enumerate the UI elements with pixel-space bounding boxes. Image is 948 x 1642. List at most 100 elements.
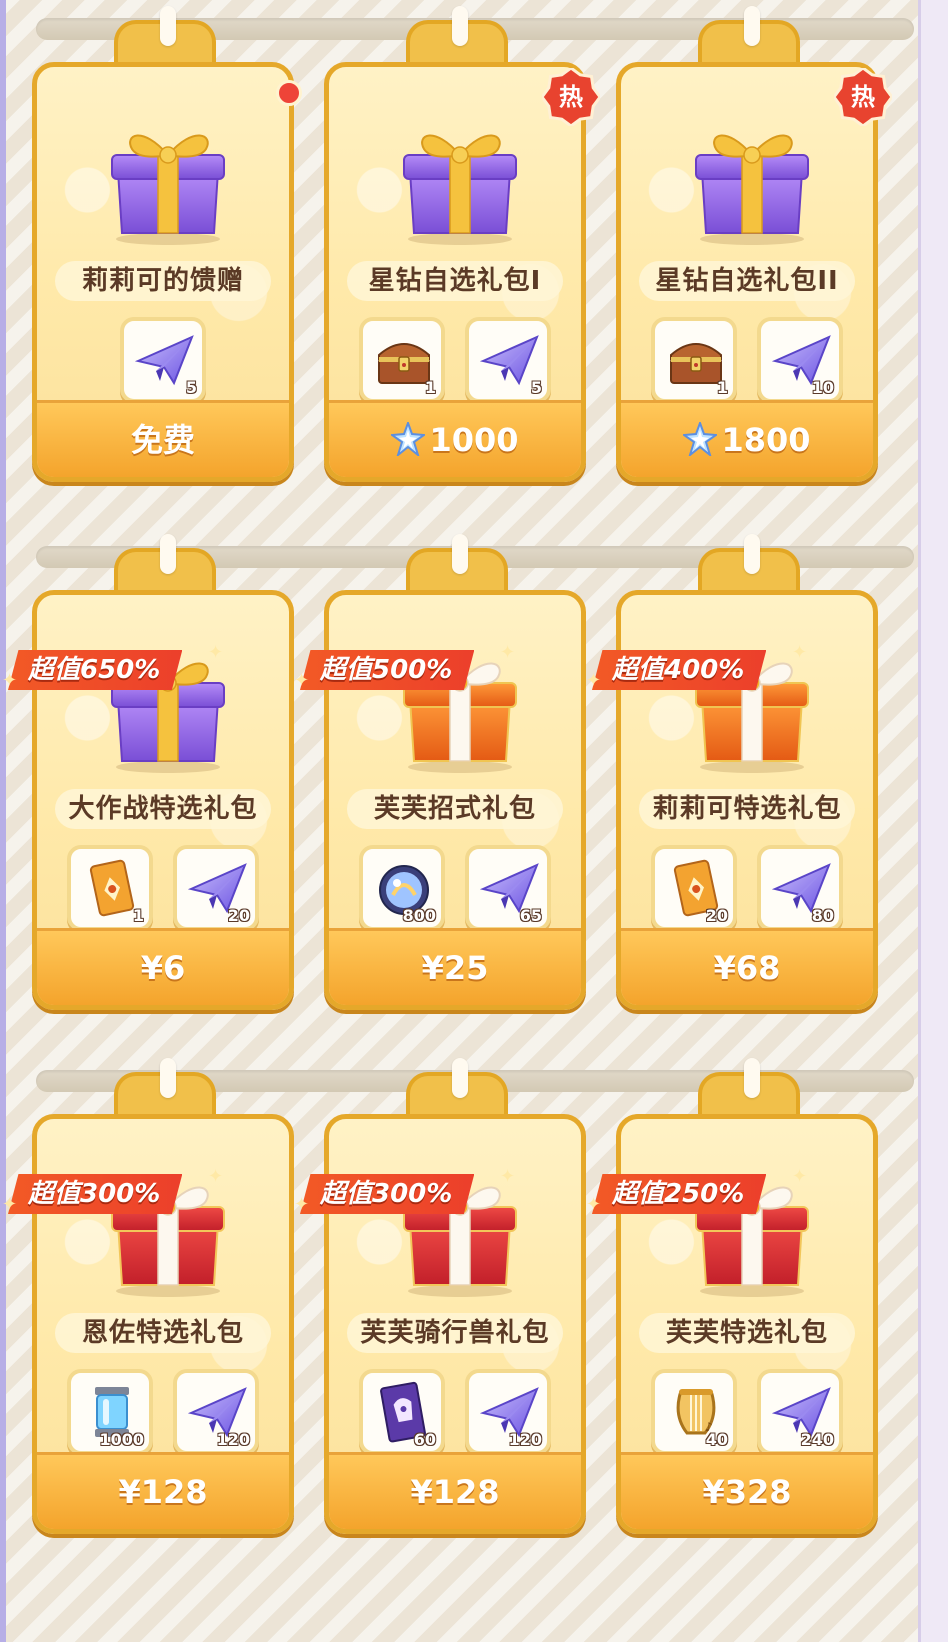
reward-item[interactable]: 20: [173, 845, 259, 931]
hanger-hole: [744, 534, 760, 574]
pack-name: 星钻自选礼包II: [639, 261, 855, 301]
gift-pack-card[interactable]: 恩佐特选礼包 1000 120 ¥128 超值300% ✦ ✦: [2, 1058, 294, 1534]
price-label: ¥68: [713, 949, 781, 987]
reward-item[interactable]: 800: [359, 845, 445, 931]
item-quantity: 5: [530, 378, 542, 397]
price-label: ¥6: [140, 949, 186, 987]
item-quantity: 800: [402, 906, 436, 925]
reward-item[interactable]: 1: [651, 317, 737, 403]
gift-pack-card[interactable]: 星钻自选礼包I 1 5 1000 热: [324, 6, 602, 482]
sparkle-icon: ✦: [586, 1194, 602, 1215]
hanger-hole: [160, 534, 176, 574]
hot-badge: 热: [540, 66, 602, 128]
hanger-hole: [744, 1058, 760, 1098]
reward-item[interactable]: 120: [173, 1369, 259, 1455]
gift-pack-card[interactable]: 芙芙招式礼包 800 65 ¥25 超值500% ✦ ✦: [294, 534, 586, 1010]
hot-badge-label: 热: [851, 83, 875, 111]
buy-button[interactable]: 1000: [329, 400, 581, 477]
notification-dot: [276, 80, 302, 106]
item-quantity: 10: [811, 378, 834, 397]
reward-items: 20 80: [621, 845, 873, 939]
sparkle-icon: ✦: [2, 1194, 18, 1215]
star-diamond-icon: [683, 421, 721, 459]
reward-item[interactable]: 1: [67, 845, 153, 931]
item-quantity: 120: [508, 1430, 542, 1449]
sparkle-icon: ✦: [294, 670, 310, 691]
buy-button[interactable]: ¥328: [621, 1452, 873, 1529]
reward-item[interactable]: 5: [465, 317, 551, 403]
buy-button[interactable]: 1800: [621, 400, 873, 477]
gift-box-icon: [394, 105, 526, 245]
value-tag: 超值650%: [8, 650, 183, 690]
item-quantity: 80: [811, 906, 834, 925]
hot-badge-label: 热: [559, 83, 583, 111]
gift-box-icon: [102, 105, 234, 245]
buy-button[interactable]: ¥128: [37, 1452, 289, 1529]
left-frame-border: [0, 0, 6, 1642]
reward-item[interactable]: 1000: [67, 1369, 153, 1455]
buy-button[interactable]: ¥25: [329, 928, 581, 1005]
hot-badge: 热: [832, 66, 894, 128]
reward-item[interactable]: 10: [757, 317, 843, 403]
reward-items: 5: [37, 317, 289, 411]
star-diamond-icon: [391, 421, 429, 459]
sparkle-icon: ✦: [500, 1166, 516, 1187]
sparkle-icon: ✦: [208, 642, 224, 663]
item-quantity: 20: [227, 906, 250, 925]
hanger-hole: [452, 534, 468, 574]
value-tag: 超值500%: [300, 650, 475, 690]
hanger-hole: [160, 6, 176, 46]
item-quantity: 120: [216, 1430, 250, 1449]
gift-pack-card[interactable]: 星钻自选礼包II 1 10 1800 热: [616, 6, 894, 482]
item-quantity: 1: [132, 906, 144, 925]
buy-button[interactable]: ¥68: [621, 928, 873, 1005]
price-label: 1800: [721, 421, 811, 459]
reward-item[interactable]: 120: [465, 1369, 551, 1455]
reward-items: 1 5: [329, 317, 581, 411]
reward-item[interactable]: 20: [651, 845, 737, 931]
gift-pack-card[interactable]: 莉莉可特选礼包 20 80 ¥68 超值400% ✦ ✦: [586, 534, 878, 1010]
sparkle-icon: ✦: [208, 1166, 224, 1187]
buy-button[interactable]: ¥128: [329, 1452, 581, 1529]
reward-item[interactable]: 5: [120, 317, 206, 403]
pack-name: 芙芙骑行兽礼包: [347, 1313, 563, 1353]
pack-name: 芙芙招式礼包: [347, 789, 563, 829]
item-quantity: 1000: [99, 1430, 144, 1449]
value-tag: 超值250%: [592, 1174, 767, 1214]
reward-items: 1 10: [621, 317, 873, 411]
gift-pack-card[interactable]: 大作战特选礼包 1 20 ¥6 超值650% ✦ ✦: [2, 534, 294, 1010]
item-quantity: 240: [800, 1430, 834, 1449]
card-body[interactable]: 莉莉可的馈赠 5 免费: [32, 62, 294, 482]
reward-items: 60 120: [329, 1369, 581, 1463]
pack-name: 大作战特选礼包: [55, 789, 271, 829]
reward-items: 1000 120: [37, 1369, 289, 1463]
reward-items: 1 20: [37, 845, 289, 939]
price-label: ¥328: [702, 1473, 792, 1511]
reward-item[interactable]: 240: [757, 1369, 843, 1455]
price-label: ¥128: [410, 1473, 500, 1511]
reward-item[interactable]: 65: [465, 845, 551, 931]
buy-button[interactable]: 免费: [37, 400, 289, 477]
item-quantity: 40: [705, 1430, 728, 1449]
gift-pack-card[interactable]: 芙芙特选礼包 ♪ 40 240 ¥328 超值250% ✦ ✦: [586, 1058, 878, 1534]
sparkle-icon: ✦: [792, 1166, 808, 1187]
sparkle-icon: ✦: [500, 642, 516, 663]
gift-pack-card[interactable]: 莉莉可的馈赠 5 免费: [32, 6, 302, 482]
reward-item[interactable]: 60: [359, 1369, 445, 1455]
reward-item[interactable]: 1: [359, 317, 445, 403]
hanger-hole: [452, 1058, 468, 1098]
item-quantity: 1: [716, 378, 728, 397]
value-tag: 超值300%: [300, 1174, 475, 1214]
hanger-hole: [160, 1058, 176, 1098]
reward-item[interactable]: ♪ 40: [651, 1369, 737, 1455]
buy-button[interactable]: ¥6: [37, 928, 289, 1005]
item-quantity: 1: [424, 378, 436, 397]
sparkle-icon: ✦: [2, 670, 18, 691]
gift-pack-card[interactable]: 芙芙骑行兽礼包 60 120 ¥128 超值300% ✦ ✦: [294, 1058, 586, 1534]
value-tag: 超值300%: [8, 1174, 183, 1214]
price-label: ¥25: [421, 949, 489, 987]
reward-item[interactable]: 80: [757, 845, 843, 931]
price-label: ¥128: [118, 1473, 208, 1511]
hanger-hole: [744, 6, 760, 46]
pack-name: 星钻自选礼包I: [347, 261, 563, 301]
